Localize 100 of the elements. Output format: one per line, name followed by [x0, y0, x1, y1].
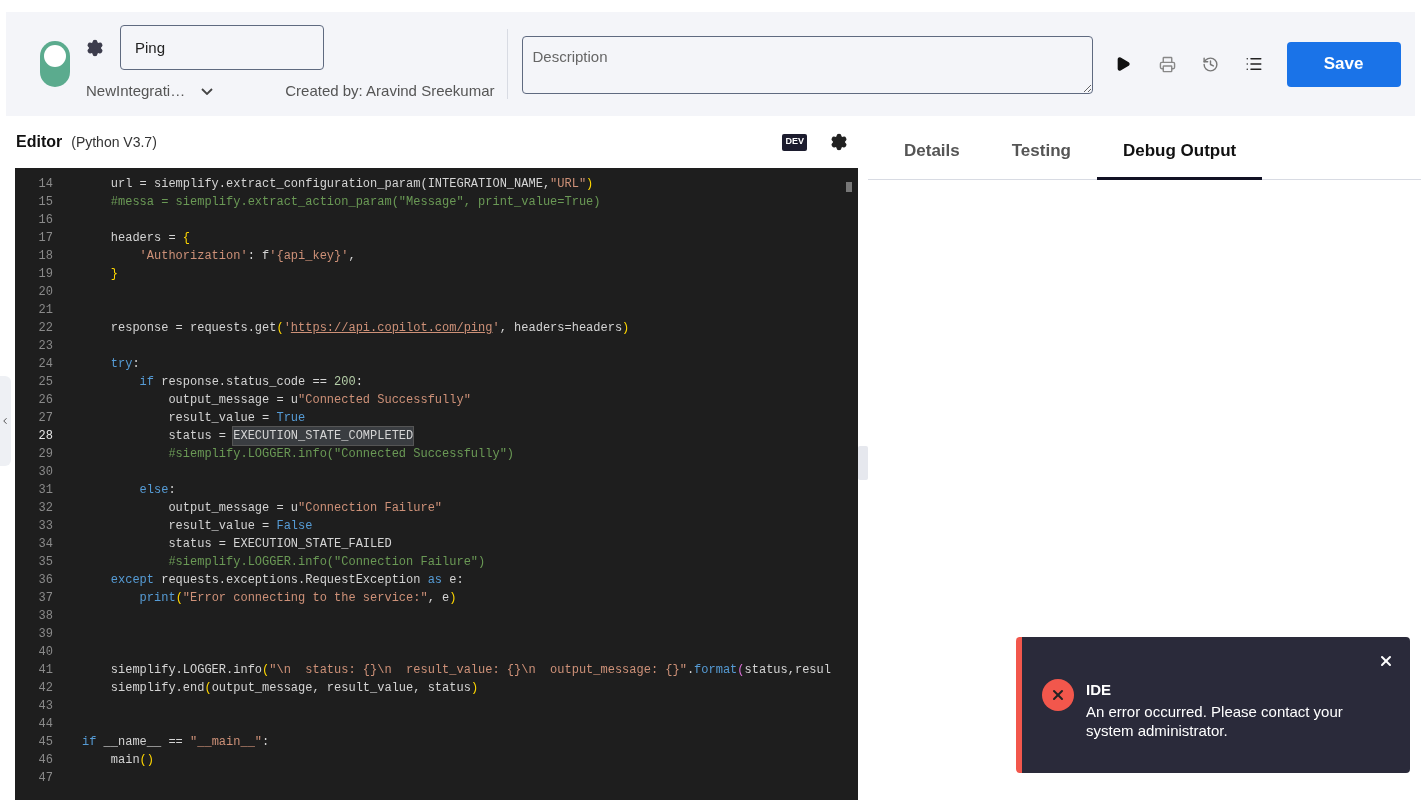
code-token: 200 [334, 374, 356, 391]
toast-message: An error occurred. Please contact your system administrator. [1086, 701, 1344, 740]
code-token: : [168, 482, 176, 499]
code-token: output_message = u [167, 392, 299, 409]
line-number: 38 [37, 608, 53, 625]
line-number: 30 [37, 464, 53, 481]
line-number: 31 [37, 482, 53, 499]
chevron-down-icon [201, 88, 214, 95]
code-token: '{api_key}' [269, 248, 349, 265]
code-token: requests.exceptions.RequestException [160, 572, 422, 589]
line-number: 36 [37, 572, 53, 589]
code-token: } [109, 266, 118, 283]
code-token: ( [276, 320, 284, 337]
code-token: ' [283, 320, 291, 337]
code-token: ( [204, 680, 212, 697]
code-token: except [109, 572, 154, 589]
code-token: () [139, 752, 154, 769]
code-token: e: [448, 572, 464, 589]
code-token: status = [167, 428, 228, 445]
line-number: 26 [37, 392, 53, 409]
enable-toggle[interactable] [40, 41, 70, 87]
line-number: 46 [37, 752, 53, 769]
line-number: 37 [37, 590, 53, 607]
code-token: "Connection Failure" [298, 500, 443, 517]
code-token: main [109, 752, 140, 769]
line-number: 43 [37, 698, 53, 715]
code-token: "Error connecting to the service:" [182, 590, 428, 607]
code-token: siemplify.LOGGER.info [109, 662, 263, 679]
code-token: ) [449, 590, 457, 607]
code-token: if [138, 374, 154, 391]
line-number: 15 [37, 194, 53, 211]
code-token: status,resul [744, 662, 831, 679]
settings-icon[interactable] [830, 133, 848, 151]
integration-dropdown[interactable]: NewIntegrati… [86, 80, 214, 103]
tab[interactable]: Testing [985, 137, 1097, 180]
code-token: ) [622, 320, 630, 337]
code-token: : [132, 356, 140, 373]
list-icon[interactable] [1244, 55, 1263, 73]
description-field[interactable]: Description [521, 36, 1093, 94]
code-token: . [686, 662, 695, 679]
dev-badge[interactable]: DEV [782, 133, 807, 151]
tab[interactable]: Debug Output [1096, 137, 1263, 180]
code-token: "\n status: {}\n result_value: {}\n output_message: {}" [269, 662, 687, 679]
chevron-left-icon [0, 416, 10, 426]
line-number: 34 [37, 536, 53, 553]
error-icon [1042, 679, 1074, 711]
line-number: 29 [37, 446, 53, 463]
line-number: 45 [37, 734, 53, 751]
code-token: "__main__" [190, 734, 263, 751]
created-by-text: Created by: Aravind Sreekumar [285, 81, 495, 102]
code-token: status = EXECUTION_STATE_FAILED [167, 536, 392, 553]
code-token: ) [586, 176, 594, 193]
code-token: : [355, 374, 363, 391]
line-number: 27 [37, 410, 53, 427]
code-token: "URL" [550, 176, 587, 193]
code-token: format [694, 662, 738, 679]
code-token: False [276, 518, 313, 535]
line-number: 28 [37, 428, 53, 445]
code-token: ( [737, 662, 745, 679]
code-token: , [348, 248, 356, 265]
line-number: 24 [37, 356, 53, 373]
code-token: ( [175, 590, 183, 607]
code-token: result_value = [167, 518, 271, 535]
settings-icon[interactable] [86, 38, 104, 57]
language-label: (Python V3.7) [71, 132, 157, 152]
line-number: 19 [37, 266, 53, 283]
code-token: response.status_code == [160, 374, 328, 391]
line-number: 33 [37, 518, 53, 535]
code-token: if [82, 734, 97, 751]
line-number: 16 [37, 212, 53, 229]
history-icon[interactable] [1201, 55, 1219, 73]
line-number: 17 [37, 230, 53, 247]
code-token: headers = [109, 230, 177, 247]
editor-title: Editor [16, 132, 63, 152]
line-number: 41 [37, 662, 53, 679]
line-number: 32 [37, 500, 53, 517]
line-number: 47 [37, 770, 53, 787]
name-field[interactable]: Ping [120, 25, 324, 71]
code-token: { [182, 230, 191, 247]
tab[interactable]: Details [878, 137, 986, 180]
resize-handle[interactable] [858, 446, 868, 480]
code-token: ) [470, 680, 479, 697]
code-token: output_message = u [167, 500, 299, 517]
code-token: __name__ == [102, 734, 184, 751]
line-number: 14 [37, 176, 53, 193]
code-token: try [109, 356, 133, 373]
scrollbar[interactable] [846, 182, 852, 192]
code-token: ' [492, 320, 500, 337]
code-token: siemplify.end [109, 680, 205, 697]
save-button[interactable]: Save [1286, 41, 1401, 87]
code-token: : [262, 734, 270, 751]
line-number: 39 [37, 626, 53, 643]
line-number: 25 [37, 374, 53, 391]
close-button[interactable] [1378, 653, 1394, 669]
line-number: 44 [37, 716, 53, 733]
code-editor[interactable] [15, 168, 858, 800]
printer-icon[interactable] [1158, 55, 1176, 73]
code-token: , e [427, 590, 450, 607]
code-token: print [138, 590, 176, 607]
code-token: True [276, 410, 306, 427]
